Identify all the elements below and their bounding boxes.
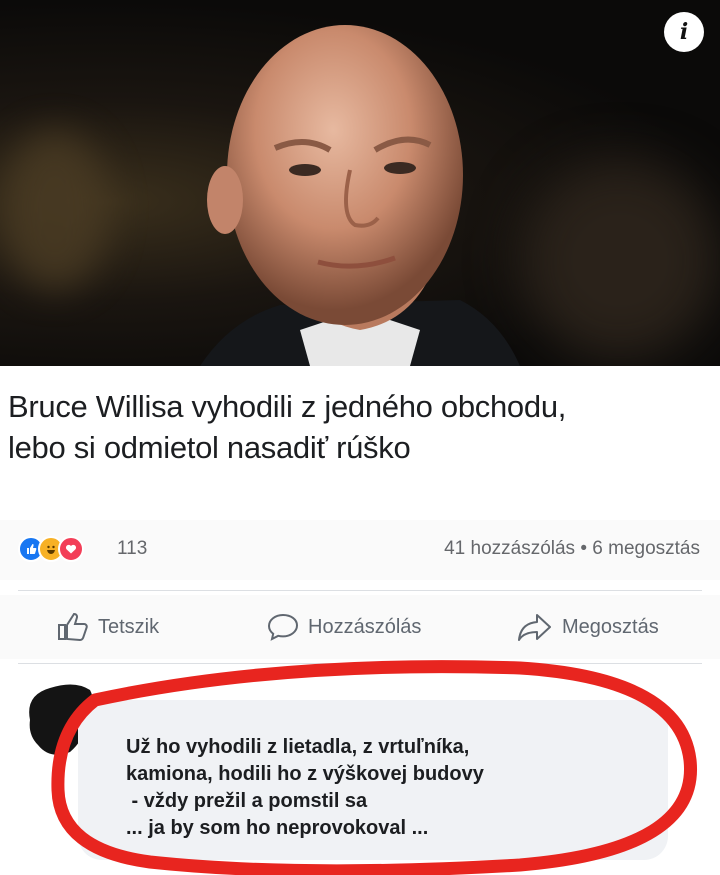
comment-line: kamiona, hodili ho z výškovej budovy xyxy=(126,763,484,785)
comment-line: ... ja by som ho neprovokoval ... xyxy=(126,817,429,839)
comment-line: - vždy prežil a pomstil sa xyxy=(126,790,368,812)
comment-line: Už ho vyhodili z lietadla, z vrtuľníka, xyxy=(126,736,470,758)
comment-text[interactable]: Už ho vyhodili z lietadla, z vrtuľníka, … xyxy=(126,734,484,842)
